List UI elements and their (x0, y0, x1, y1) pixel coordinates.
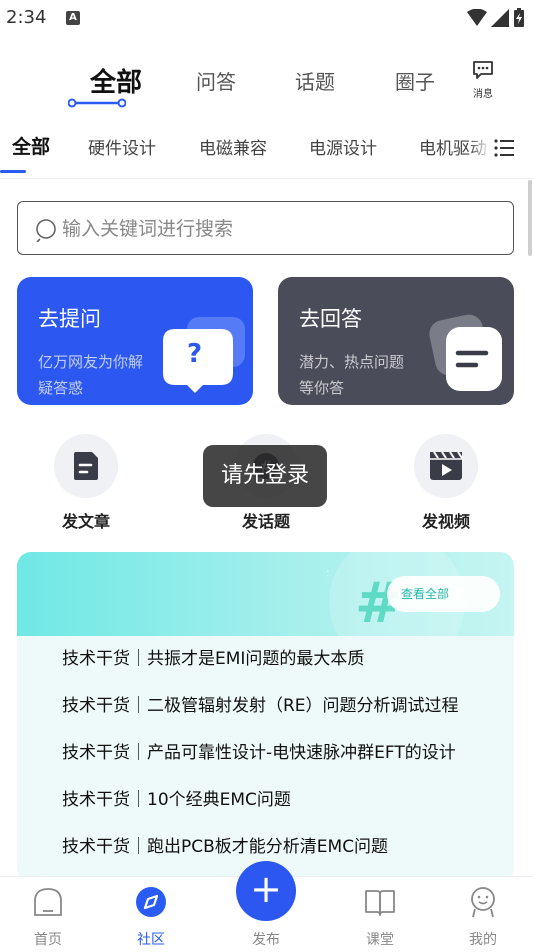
topics-header: # # 查看全部 (17, 552, 514, 636)
question-glyph: ? (187, 339, 203, 369)
divider (0, 178, 533, 179)
plus-icon: + (250, 867, 282, 911)
category-fade (470, 126, 490, 174)
tab-qa[interactable]: 问答 (196, 66, 236, 95)
search-input[interactable] (62, 214, 482, 244)
category-hardware[interactable]: 硬件设计 (88, 134, 156, 159)
tab-topics[interactable]: 话题 (295, 66, 335, 95)
login-toast: 请先登录 (203, 445, 327, 507)
view-all-button[interactable]: 查看全部 (387, 576, 500, 612)
nav-community[interactable]: 社区 (111, 885, 191, 949)
topic-item[interactable]: 技术干货｜共振才是EMI问题的最大本质 (17, 636, 514, 683)
notification-icon: A (66, 11, 80, 25)
signal-icon (491, 9, 509, 27)
status-bar: 2:34 A (0, 0, 533, 36)
category-underline (0, 170, 26, 173)
search-icon (36, 219, 56, 242)
list-menu-icon[interactable] (492, 136, 516, 160)
answer-card-subtitle: 潜力、热点问题等你答 (299, 353, 405, 397)
post-video-label: 发视频 (421, 512, 470, 531)
topic-item[interactable]: 技术干货｜二极管辐射发射（RE）问题分析调试过程 (17, 683, 514, 730)
tab-active-indicator (68, 98, 126, 108)
messages-label: 消息 (473, 89, 493, 100)
hot-topics-card: # # 查看全部 技术干货｜共振才是EMI问题的最大本质 技术干货｜二极管辐射发… (17, 552, 514, 882)
category-bar: 全部 硬件设计 电磁兼容 电源设计 电机驱动 (0, 126, 533, 174)
nav-classroom[interactable]: 课堂 (340, 885, 420, 949)
category-all[interactable]: 全部 (12, 132, 50, 159)
answer-card[interactable]: 去回答 潜力、热点问题等你答 (278, 277, 514, 405)
nav-classroom-label: 课堂 (366, 932, 394, 948)
category-power[interactable]: 电源设计 (309, 134, 377, 159)
community-icon-wrap (134, 885, 168, 919)
answer-card-title: 去回答 (299, 307, 362, 331)
profile-icon-wrap (466, 885, 500, 919)
nav-home[interactable]: 首页 (8, 885, 88, 949)
article-icon (74, 452, 98, 480)
scrollbar[interactable] (528, 180, 532, 256)
publish-button[interactable]: + (236, 861, 296, 921)
ask-question-card[interactable]: 去提问 亿万网友为你解疑答惑 ? (17, 277, 253, 405)
video-icon-bg (414, 434, 478, 498)
topic-item[interactable]: 技术干货｜10个经典EMC问题 (17, 777, 514, 824)
home-icon (34, 888, 62, 916)
top-tabs: 全部 问答 话题 圈子 消息 (0, 58, 533, 110)
question-bubble-icon (163, 317, 245, 393)
category-emc[interactable]: 电磁兼容 (199, 134, 267, 159)
nav-profile-label: 我的 (469, 932, 497, 948)
battery-icon (514, 8, 524, 27)
nav-publish-label: 发布 (252, 932, 280, 948)
messages-button[interactable]: 消息 (466, 60, 500, 102)
tab-circles[interactable]: 圈子 (395, 66, 435, 95)
profile-icon (471, 887, 495, 918)
status-time: 2:34 (6, 7, 47, 28)
bottom-nav: 首页 社区 发布 + 课堂 我的 (0, 861, 533, 952)
wifi-icon (467, 9, 487, 26)
book-icon (365, 890, 395, 916)
ask-card-title: 去提问 (38, 307, 101, 331)
search-box[interactable] (17, 201, 514, 255)
article-icon-bg (54, 434, 118, 498)
post-article-button[interactable]: 发文章 (26, 434, 146, 534)
community-icon (136, 887, 166, 917)
svg-text:#: # (327, 564, 330, 585)
video-icon (430, 451, 463, 480)
home-icon-wrap (31, 885, 65, 919)
nav-community-label: 社区 (137, 932, 165, 948)
nav-profile[interactable]: 我的 (443, 885, 523, 949)
ask-card-subtitle: 亿万网友为你解疑答惑 (38, 353, 144, 397)
message-icon (473, 61, 493, 79)
topic-list: 技术干货｜共振才是EMI问题的最大本质 技术干货｜二极管辐射发射（RE）问题分析… (17, 636, 514, 871)
post-article-label: 发文章 (61, 512, 110, 531)
topic-item[interactable]: 技术干货｜产品可靠性设计-电快速脉冲群EFT的设计 (17, 730, 514, 777)
post-video-button[interactable]: 发视频 (386, 434, 506, 534)
answer-doc-icon (429, 314, 502, 391)
status-indicators (467, 8, 525, 28)
post-topic-label: 发话题 (241, 512, 290, 531)
nav-home-label: 首页 (34, 932, 62, 948)
tab-all[interactable]: 全部 (90, 62, 142, 99)
book-icon-wrap (363, 885, 397, 919)
